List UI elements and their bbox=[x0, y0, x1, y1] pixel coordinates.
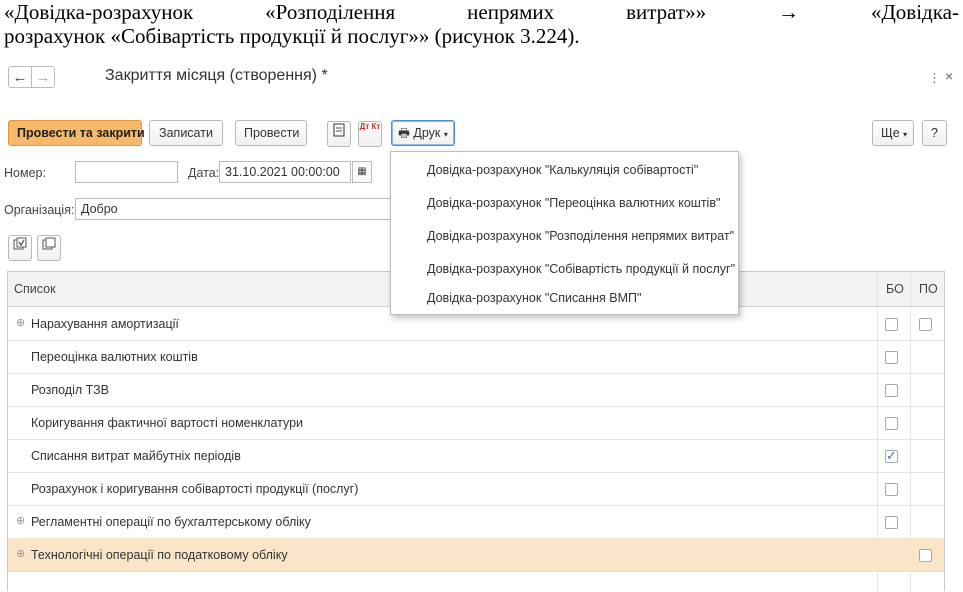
operations-table: Список БО ПО ⊕ Нарахування амортизації Пер… bbox=[7, 271, 945, 592]
expand-icon[interactable]: ⊕ bbox=[16, 514, 25, 527]
table-row[interactable]: Списання витрат майбутніх періодів ✓ bbox=[8, 439, 944, 473]
number-input[interactable] bbox=[75, 161, 178, 183]
document-text: «Довідка-розрахунок «Розподілення непрям… bbox=[4, 0, 959, 48]
save-button[interactable]: Записати bbox=[149, 120, 223, 146]
expand-icon[interactable]: ⊕ bbox=[16, 547, 25, 560]
check-all-icon[interactable] bbox=[8, 235, 32, 261]
row-name: Регламентні операції по бухгалтерському … bbox=[31, 515, 311, 529]
doc-word: → bbox=[778, 0, 800, 24]
expand-icon[interactable]: ⊕ bbox=[16, 316, 25, 329]
document-line-2: розрахунок «Собівартість продукції й пос… bbox=[4, 24, 580, 48]
bo-checkbox[interactable] bbox=[885, 351, 898, 364]
table-row[interactable]: Коригування фактичної вартості номенклат… bbox=[8, 406, 944, 440]
uncheck-all-icon[interactable] bbox=[37, 235, 61, 261]
print-label: Друк bbox=[413, 126, 441, 140]
po-checkbox[interactable] bbox=[919, 549, 932, 562]
doc-word: «Довідка- bbox=[870, 0, 959, 24]
column-header-bo[interactable]: БО bbox=[886, 282, 904, 296]
row-name: Коригування фактичної вартості номенклат… bbox=[31, 416, 304, 430]
print-button[interactable]: 🖶 Друк ▾ bbox=[391, 120, 455, 146]
date-label: Дата: bbox=[188, 166, 220, 180]
more-button[interactable]: Ще ▾ bbox=[872, 120, 914, 146]
printer-icon: 🖶 bbox=[398, 126, 410, 140]
print-menu-item-cost-of-products[interactable]: Довідка-розрахунок "Собівартість продукц… bbox=[427, 262, 735, 276]
table-row[interactable]: Розподіл ТЗВ bbox=[8, 373, 944, 407]
back-arrow-icon[interactable]: ← bbox=[8, 66, 32, 88]
more-label: Ще bbox=[881, 126, 900, 140]
document-line-1: «Довідка-розрахунок «Розподілення непрям… bbox=[4, 0, 959, 24]
more-menu-icon[interactable]: ⋮ bbox=[928, 70, 941, 86]
print-menu-item-calculation[interactable]: Довідка-розрахунок "Калькуляція собіварт… bbox=[427, 163, 698, 177]
doc-word: непрямих bbox=[467, 0, 555, 24]
column-header-po[interactable]: ПО bbox=[919, 282, 938, 296]
month-close-window: ← → Закриття місяця (створення) * ⋮ × Пр… bbox=[0, 62, 963, 592]
number-label: Номер: bbox=[4, 166, 46, 180]
row-name: Розподіл ТЗВ bbox=[31, 383, 109, 397]
row-name: Розрахунок і коригування собівартості пр… bbox=[31, 482, 359, 496]
organization-input[interactable]: Добро bbox=[75, 198, 395, 220]
forward-arrow-icon[interactable]: → bbox=[31, 66, 55, 88]
print-menu-item-indirect-costs[interactable]: Довідка-розрахунок "Розподілення непрями… bbox=[427, 229, 734, 243]
table-row[interactable]: ⊕ Технологічні операції по податковому об… bbox=[8, 538, 944, 572]
print-dropdown-menu: Довідка-розрахунок "Калькуляція собіварт… bbox=[390, 151, 739, 315]
bo-checkbox[interactable] bbox=[885, 318, 898, 331]
bo-checkbox[interactable] bbox=[885, 516, 898, 529]
bo-checkbox[interactable]: ✓ bbox=[885, 449, 898, 463]
row-name: Технологічні операції по податковому обл… bbox=[31, 548, 288, 562]
calendar-icon[interactable]: ▦ bbox=[352, 161, 372, 183]
print-menu-item-vmp-writeoff[interactable]: Довідка-розрахунок "Списання ВМП" bbox=[427, 291, 641, 305]
row-name: Переоцінка валютних коштів bbox=[31, 350, 198, 364]
po-checkbox[interactable] bbox=[919, 318, 932, 331]
row-name: Списання витрат майбутніх періодів bbox=[31, 449, 241, 463]
post-button[interactable]: Провести bbox=[235, 120, 307, 146]
table-row[interactable]: Розрахунок і коригування собівартості пр… bbox=[8, 472, 944, 506]
bo-checkbox[interactable] bbox=[885, 483, 898, 496]
window-titlebar: ← → Закриття місяця (створення) * ⋮ × bbox=[0, 62, 963, 96]
structure-icon[interactable] bbox=[327, 121, 351, 147]
doc-word: витрат»» bbox=[626, 0, 707, 24]
dt-kt-icon[interactable]: Дт Кт bbox=[358, 121, 382, 147]
print-menu-item-currency-revaluation[interactable]: Довідка-розрахунок "Переоцінка валютних … bbox=[427, 196, 720, 210]
chevron-down-icon: ▾ bbox=[443, 130, 448, 139]
dt-kt-label: Дт Кт bbox=[359, 122, 381, 131]
chevron-down-icon: ▾ bbox=[903, 130, 908, 139]
help-button[interactable]: ? bbox=[922, 120, 947, 146]
bo-checkbox[interactable] bbox=[885, 417, 898, 430]
table-row[interactable]: ⊕ Регламентні операції по бухгалтерському… bbox=[8, 505, 944, 539]
column-header-list[interactable]: Список bbox=[14, 282, 56, 296]
organization-label: Організація: bbox=[4, 203, 75, 217]
date-input[interactable]: 31.10.2021 00:00:00 bbox=[219, 161, 351, 183]
close-icon[interactable]: × bbox=[945, 68, 953, 84]
post-and-close-button[interactable]: Провести та закрити bbox=[8, 120, 145, 146]
bo-checkbox[interactable] bbox=[885, 384, 898, 397]
window-title: Закриття місяця (створення) * bbox=[105, 67, 328, 84]
table-row[interactable]: Переоцінка валютних коштів bbox=[8, 340, 944, 374]
row-name: Нарахування амортизації bbox=[31, 317, 179, 331]
doc-word: «Довідка-розрахунок bbox=[4, 0, 194, 24]
doc-word: «Розподілення bbox=[265, 0, 396, 24]
